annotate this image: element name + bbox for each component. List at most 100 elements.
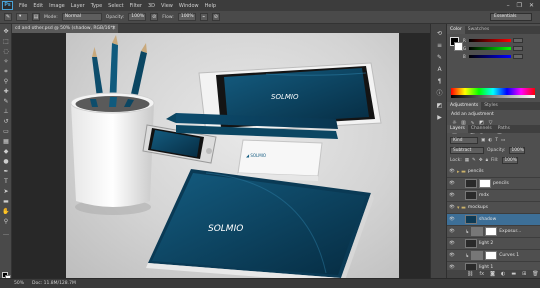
red-slider-track[interactable] [469,39,511,42]
mode-select[interactable]: Normal [61,13,102,21]
grayscale-ramp[interactable] [451,95,535,98]
brush-tool-icon[interactable]: ✎ [2,98,10,106]
brush-size-picker[interactable]: ▾ [16,13,28,21]
tab-swatches[interactable]: Swatches [465,26,493,34]
eraser-tool-icon[interactable]: ▭ [2,128,10,136]
visibility-eye-icon[interactable]: 👁︎ [449,193,455,198]
more-tools-icon[interactable]: … [2,230,10,238]
maximize-button[interactable]: ❐ [517,2,522,9]
green-slider[interactable]: G [463,46,523,51]
menu-file[interactable]: File [19,3,27,9]
menu-edit[interactable]: Edit [33,3,43,9]
visibility-eye-icon[interactable]: 👁︎ [449,241,455,246]
dodge-tool-icon[interactable]: ● [2,158,10,166]
visibility-eye-icon[interactable]: 👁︎ [449,217,455,222]
lock-transparency-icon[interactable]: ▦ [465,158,469,163]
lock-all-icon[interactable]: 🔒︎ [486,157,488,163]
tab-color[interactable]: Color [447,26,465,34]
shape-tool-icon[interactable]: ▬ [2,198,10,206]
zoom-level[interactable]: 50% [14,281,24,286]
layer-row[interactable]: 👁︎ ▾ ▬ mockups [447,202,540,214]
crop-tool-icon[interactable]: ⌗ [2,68,10,76]
zoom-tool-icon[interactable]: ⚲ [2,218,10,226]
green-slider-track[interactable] [469,47,511,50]
type-tool-icon[interactable]: T [2,178,10,186]
filter-pixel-icon[interactable]: ▣ [481,138,485,143]
document-tab[interactable]: cd and other.psd @ 50% (shadow, RGB/16*)… [12,24,118,33]
lasso-tool-icon[interactable]: ◌ [2,48,10,56]
menu-window[interactable]: Window [179,3,199,9]
document-canvas[interactable]: SOLMIO ◢ SOLMIO SOLMIO [66,33,399,278]
gradient-tool-icon[interactable]: ▦ [2,138,10,146]
layer-row[interactable]: 👁︎ ▸ ▬ pencils [447,166,540,178]
quick-select-tool-icon[interactable]: ✧ [2,58,10,66]
tab-adjustments[interactable]: Adjustments [447,102,482,110]
tab-layers[interactable]: Layers [447,125,468,133]
delete-layer-icon[interactable]: 🗑︎ [532,271,538,277]
layer-row[interactable]: 👁︎ mdx [447,190,540,202]
brush-panel-icon[interactable]: ▤ [32,13,40,21]
minimize-button[interactable]: – [507,2,510,9]
blue-slider[interactable]: B [463,54,523,59]
layer-row[interactable]: 👁︎ ↳ Curves 1 [447,250,540,262]
history-brush-tool-icon[interactable]: ↺ [2,118,10,126]
path-select-tool-icon[interactable]: ➤ [2,188,10,196]
pressure-opacity-icon[interactable]: ⊘ [150,13,159,21]
tab-paths[interactable]: Paths [495,125,513,133]
brush-presets-icon[interactable]: ✎ [435,54,444,62]
menu-3d[interactable]: 3D [148,3,155,9]
properties-panel-icon[interactable]: ≡ [435,42,444,50]
brush-tool-icon[interactable]: ✎ [4,13,12,21]
hand-tool-icon[interactable]: ✋ [2,208,10,216]
add-mask-icon[interactable]: ◙ [490,271,495,277]
visibility-eye-icon[interactable]: 👁︎ [449,229,455,234]
canvas-area[interactable]: SOLMIO ◢ SOLMIO SOLMIO [12,33,430,278]
pressure-size-icon[interactable]: ⊘ [211,13,220,21]
menu-filter[interactable]: Filter [130,3,142,9]
color-background-swatch[interactable] [454,42,463,51]
close-window-button[interactable]: ✕ [529,2,534,9]
blue-value-field[interactable] [513,54,523,59]
blur-tool-icon[interactable]: ◆ [2,148,10,156]
filter-type-icon[interactable]: T [495,138,498,143]
new-group-icon[interactable]: ▬ [511,271,516,277]
marquee-tool-icon[interactable]: ⬚ [2,38,10,46]
layer-row[interactable]: 👁︎ light 2 [447,238,540,250]
workspace-select[interactable]: Essentials [490,13,532,21]
layer-row-selected[interactable]: 👁︎ shadow [447,214,540,226]
info-panel-icon[interactable]: ⓘ [435,90,444,98]
opacity-input[interactable]: 100% [128,13,147,21]
navigator-panel-icon[interactable]: ◩ [435,102,444,110]
menu-select[interactable]: Select [108,3,123,9]
layer-opacity-input[interactable]: 100% [508,146,525,154]
menu-help[interactable]: Help [205,3,216,9]
filter-shape-icon[interactable]: ▭ [501,138,505,143]
airbrush-icon[interactable]: ⌁ [199,13,208,21]
menu-view[interactable]: View [161,3,173,9]
document-info[interactable]: Doc: 11.8M/128.7M [32,281,76,286]
flow-input[interactable]: 100% [177,13,196,21]
new-adjustment-icon[interactable]: ◐ [501,271,505,277]
menu-image[interactable]: Image [49,3,65,9]
green-value-field[interactable] [513,46,523,51]
color-spectrum-bar[interactable] [451,88,535,95]
move-tool-icon[interactable]: ✥ [2,28,10,36]
lock-pixels-icon[interactable]: ✎ [472,158,476,163]
link-layers-icon[interactable]: ⛓ [467,271,473,277]
blue-slider-track[interactable] [469,55,511,58]
character-panel-icon[interactable]: A [435,66,444,74]
layer-kind-filter[interactable]: Kind [450,136,478,144]
blend-mode-select[interactable]: Subtract [450,146,484,154]
menu-type[interactable]: Type [91,3,102,9]
layer-style-icon[interactable]: fx [479,271,484,277]
fill-input[interactable]: 100% [501,156,518,164]
tab-channels[interactable]: Channels [468,125,495,133]
layer-row[interactable]: 👁︎ ↳ Exposur... [447,226,540,238]
visibility-eye-icon[interactable]: 👁︎ [449,205,455,210]
pen-tool-icon[interactable]: ✒ [2,168,10,176]
red-value-field[interactable] [513,38,523,43]
healing-tool-icon[interactable]: ✚ [2,88,10,96]
red-slider[interactable]: R [463,38,523,43]
paragraph-panel-icon[interactable]: ¶ [435,78,444,86]
tab-styles[interactable]: Styles [481,102,501,110]
